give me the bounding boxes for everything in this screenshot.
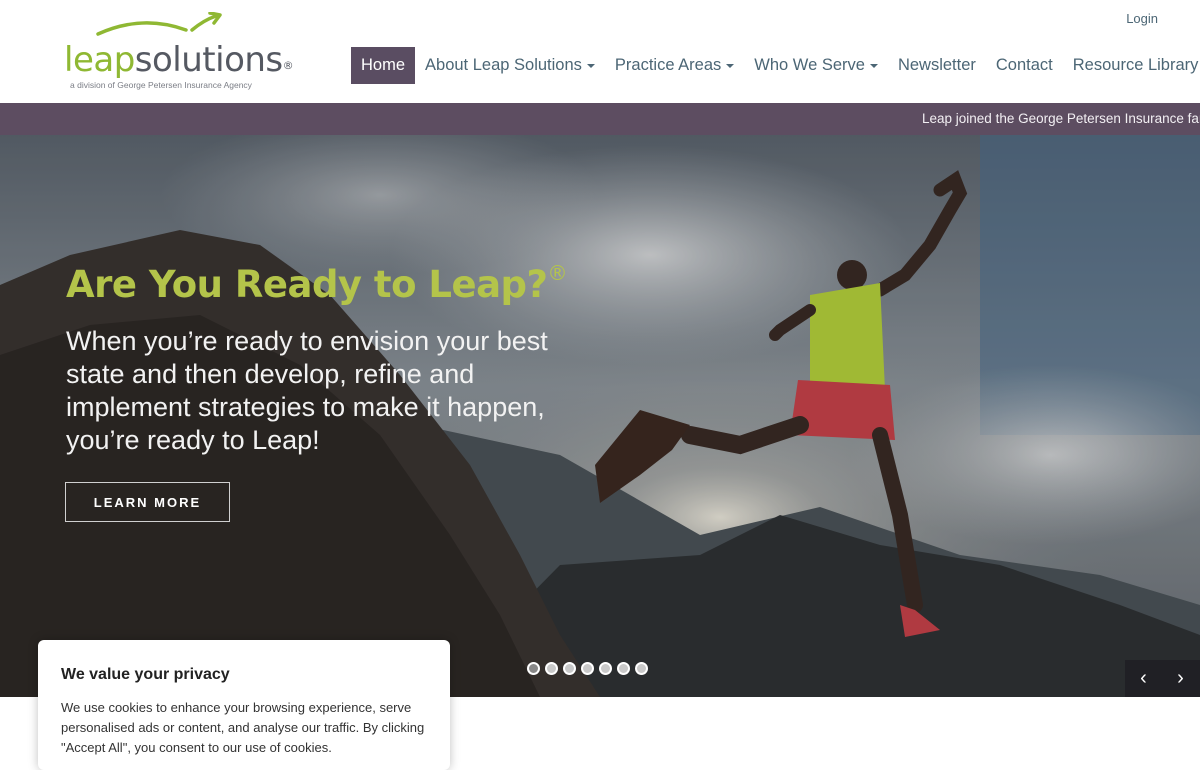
carousel-arrows: ‹ › (1125, 660, 1200, 697)
nav-item-home[interactable]: Home (351, 47, 416, 84)
caret-down-icon (726, 63, 735, 68)
cookie-consent-panel: We value your privacy We use cookies to … (38, 640, 450, 770)
nav-item-newsletter[interactable]: Newsletter (888, 47, 986, 84)
cookie-title: We value your privacy (61, 666, 230, 683)
leap-arc-icon (96, 12, 222, 36)
carousel-dot-4[interactable] (581, 662, 594, 675)
nav-item-about[interactable]: About Leap Solutions (415, 47, 605, 84)
carousel-indicators (527, 662, 648, 675)
nav-item-practice-areas[interactable]: Practice Areas (605, 47, 744, 84)
carousel-dot-2[interactable] (545, 662, 558, 675)
learn-more-button[interactable]: LEARN MORE (65, 482, 230, 522)
caret-down-icon (869, 63, 878, 68)
site-header: leapsolutions® a division of George Pete… (0, 0, 1200, 103)
logo-tagline: a division of George Petersen Insurance … (70, 80, 252, 90)
leap-solutions-logo[interactable]: leapsolutions® a division of George Pete… (62, 12, 294, 92)
news-ticker: Leap joined the George Petersen Insuranc… (0, 103, 1200, 135)
chevron-right-icon[interactable]: › (1162, 660, 1199, 697)
carousel-dot-7[interactable] (635, 662, 648, 675)
chevron-left-icon[interactable]: ‹ (1125, 660, 1162, 697)
carousel-dot-3[interactable] (563, 662, 576, 675)
logo-wordmark: leapsolutions® (64, 40, 294, 80)
cookie-body: We use cookies to enhance your browsing … (61, 700, 425, 755)
hero-subtitle: When you’re ready to envision your best … (66, 326, 548, 455)
hero-title: Are You Ready to Leap?® (66, 260, 568, 306)
ticker-text[interactable]: Leap joined the George Petersen Insuranc… (922, 111, 1200, 126)
main-nav: Home About Leap Solutions Practice Areas… (351, 47, 1200, 84)
carousel-dot-1[interactable] (527, 662, 540, 675)
caret-down-icon (586, 63, 595, 68)
nav-item-resource-library[interactable]: Resource Library (1063, 47, 1200, 84)
nav-item-contact[interactable]: Contact (986, 47, 1063, 84)
hero-carousel: Are You Ready to Leap?® When you’re read… (0, 135, 1200, 697)
carousel-dot-6[interactable] (617, 662, 630, 675)
nav-item-who-we-serve[interactable]: Who We Serve (744, 47, 888, 84)
login-link[interactable]: Login (1126, 11, 1158, 26)
carousel-dot-5[interactable] (599, 662, 612, 675)
